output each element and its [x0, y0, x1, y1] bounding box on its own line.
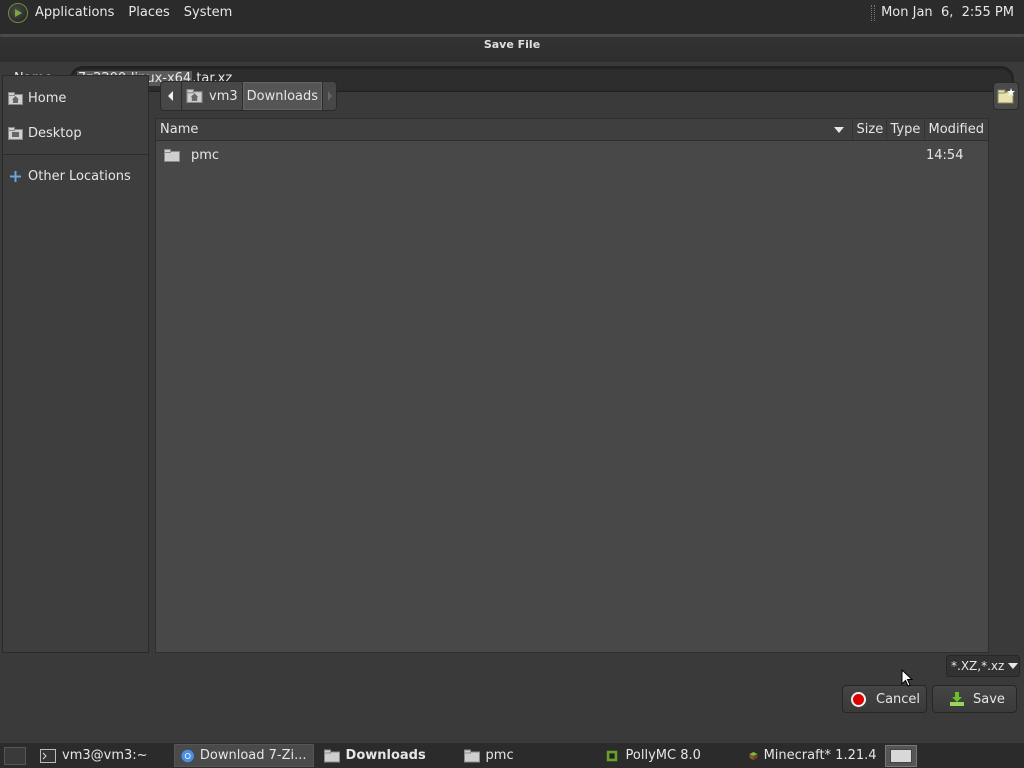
file-list-header: Name Size Type Modified: [156, 119, 988, 141]
home-folder-icon: [8, 92, 23, 105]
menu-applications[interactable]: Applications: [28, 0, 121, 25]
chrome-icon: [180, 749, 194, 762]
task-label: vm3@vm3:~: [62, 748, 148, 763]
mouse-cursor-icon: [901, 669, 913, 687]
top-panel: Applications Places System Mon Jan 6, 2:…: [0, 0, 1024, 25]
task-pollymc[interactable]: PollyMC 8.0: [598, 744, 743, 767]
clock[interactable]: Mon Jan 6, 2:55 PM: [875, 5, 1024, 20]
task-minecraft[interactable]: Minecraft* 1.21.4: [743, 744, 883, 767]
path-forward-button[interactable]: [323, 81, 338, 111]
sidebar-item-label: Other Locations: [28, 169, 131, 184]
file-modified: 14:54: [926, 147, 964, 163]
folder-icon: [164, 148, 180, 162]
file-type-filter[interactable]: *.XZ,*.xz: [946, 655, 1020, 677]
column-header-label: Type: [890, 122, 921, 137]
menu-system[interactable]: System: [177, 0, 239, 25]
folder-icon: [463, 749, 480, 762]
column-header-label: Modified: [928, 122, 984, 137]
file-name: pmc: [191, 147, 220, 163]
sidebar-item-label: Home: [28, 91, 67, 106]
cancel-button[interactable]: Cancel: [842, 685, 927, 713]
task-chrome[interactable]: Download 7-Zi...: [173, 744, 314, 767]
task-label: PollyMC 8.0: [625, 748, 701, 763]
file-list[interactable]: Name Size Type Modified pmc 14:54: [155, 118, 989, 653]
desktop-folder-icon: [8, 127, 23, 140]
minecraft-icon: [749, 751, 758, 760]
sidebar-item-desktop[interactable]: Desktop: [3, 116, 148, 151]
column-header-label: Name: [160, 122, 199, 137]
task-label: pmc: [485, 748, 514, 763]
sidebar-item-other-locations[interactable]: Other Locations: [3, 159, 148, 194]
name-row: Name: 7z2200-linux-x64.tar.xz: [0, 63, 1024, 95]
path-segment-vm3[interactable]: vm3: [182, 81, 243, 111]
terminal-icon: [40, 748, 56, 763]
path-back-button[interactable]: [160, 81, 182, 111]
chevron-left-icon: [168, 91, 173, 101]
sidebar-divider: [3, 154, 148, 155]
filter-value: *.XZ,*.xz: [951, 659, 1005, 673]
chevron-right-icon: [327, 91, 332, 101]
path-segment-label: vm3: [209, 88, 238, 104]
task-label: Downloads: [345, 748, 426, 763]
cancel-icon: [851, 691, 866, 707]
workspace-switcher[interactable]: [884, 744, 917, 767]
path-segment-label: Downloads: [246, 88, 319, 104]
folder-icon: [323, 749, 340, 762]
path-bar: vm3 Downloads: [160, 81, 338, 111]
column-header-name[interactable]: Name: [156, 119, 853, 140]
column-header-label: Size: [856, 122, 884, 137]
dialog-title: Save File: [483, 38, 541, 51]
task-pmc[interactable]: pmc: [458, 744, 598, 767]
show-desktop-button[interactable]: [4, 746, 26, 765]
task-downloads[interactable]: Downloads: [318, 744, 458, 767]
task-terminal[interactable]: vm3@vm3:~: [34, 744, 154, 767]
new-folder-icon: [997, 88, 1015, 104]
sidebar-item-label: Desktop: [28, 126, 82, 141]
sort-down-icon: [833, 127, 844, 133]
column-header-size[interactable]: Size: [853, 119, 887, 140]
path-segment-downloads[interactable]: Downloads: [242, 81, 324, 111]
dialog-titlebar[interactable]: Save File: [0, 25, 1024, 62]
download-icon: [950, 692, 964, 706]
cancel-label: Cancel: [876, 691, 921, 707]
places-sidebar: Home Desktop Other Locations: [2, 75, 149, 653]
table-row[interactable]: pmc 14:54: [156, 141, 988, 169]
taskbar: vm3@vm3:~ Download 7-Zi... Downloads pmc…: [0, 743, 1024, 768]
pollymc-icon: [606, 750, 617, 761]
chevron-down-icon: [1008, 663, 1019, 669]
menu-places[interactable]: Places: [121, 0, 176, 25]
save-label: Save: [973, 691, 1005, 707]
sidebar-item-home[interactable]: Home: [3, 81, 148, 116]
task-label: Minecraft* 1.21.4: [763, 748, 877, 763]
save-button[interactable]: Save: [932, 685, 1017, 713]
home-folder-icon: [186, 89, 203, 103]
task-label: Download 7-Zi...: [199, 748, 307, 763]
column-header-modified[interactable]: Modified: [925, 119, 988, 140]
column-header-type[interactable]: Type: [887, 119, 925, 140]
menu-logo-icon[interactable]: [8, 2, 28, 23]
new-folder-button[interactable]: [993, 82, 1019, 110]
plus-icon: [10, 171, 21, 182]
